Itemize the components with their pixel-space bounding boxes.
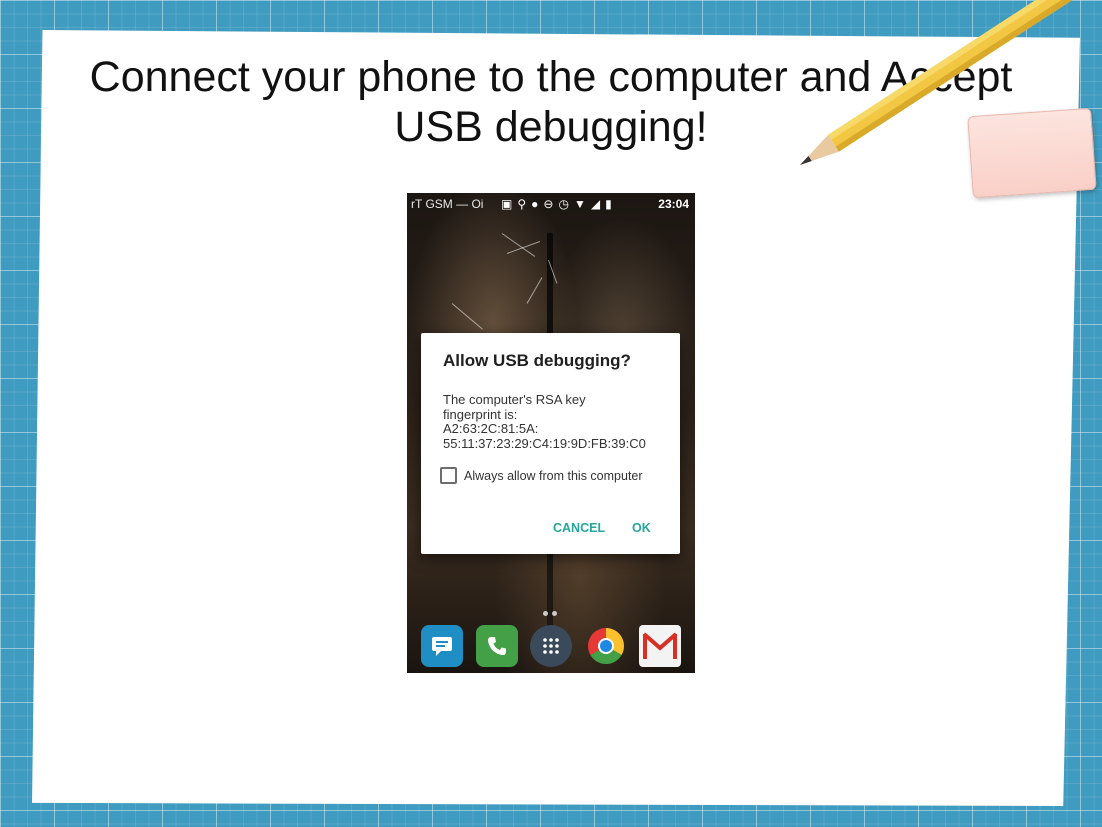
carrier-label: rT GSM — Oi <box>411 197 484 211</box>
app-drawer-icon[interactable] <box>530 625 572 667</box>
do-not-disturb-icon: ⊖ <box>543 197 554 211</box>
usb-debugging-dialog: Allow USB debugging? The computer's RSA … <box>421 333 680 554</box>
dialog-message: The computer's RSA key fingerprint is: A… <box>443 392 673 451</box>
spark-line <box>506 241 541 254</box>
messages-icon[interactable] <box>421 625 463 667</box>
always-allow-checkbox[interactable] <box>440 467 457 484</box>
spark-line <box>451 303 483 330</box>
android-icon: ● <box>531 197 539 211</box>
page-dot <box>552 611 557 616</box>
phone-icon[interactable] <box>475 625 518 667</box>
always-allow-row[interactable]: Always allow from this computer <box>440 467 643 484</box>
battery-icon: ▮ <box>605 197 612 211</box>
dialog-message-line: The computer's RSA key <box>443 392 586 407</box>
phone-screenshot: rT GSM — Oi ▣ ⚲ ● ⊖ ◷ ▼ ◢ ▮ 23:04 Allow … <box>407 193 695 673</box>
always-allow-label[interactable]: Always allow from this computer <box>464 469 643 483</box>
signal-icon: ◢ <box>590 197 601 211</box>
page-indicator <box>543 611 557 616</box>
spark-line <box>526 277 543 304</box>
gmail-icon[interactable] <box>639 625 681 667</box>
page-dot <box>543 611 548 616</box>
status-icons: ▣ ⚲ ● ⊖ ◷ ▼ ◢ ▮ <box>501 197 612 211</box>
wifi-icon: ▼ <box>573 197 586 211</box>
status-bar: rT GSM — Oi ▣ ⚲ ● ⊖ ◷ ▼ ◢ ▮ 23:04 <box>407 193 695 215</box>
ok-button[interactable]: OK <box>632 521 651 535</box>
cancel-button[interactable]: CANCEL <box>553 521 605 535</box>
rsa-fingerprint-line: 55:11:37:23:29:C4:19:9D:FB:39:C0 <box>443 435 646 451</box>
clock: 23:04 <box>658 197 689 211</box>
chrome-icon[interactable] <box>585 625 627 667</box>
rsa-fingerprint-line: A2:63:2C:81:5A: <box>443 421 539 436</box>
dialog-title: Allow USB debugging? <box>443 351 631 370</box>
sticky-note <box>967 107 1097 199</box>
search-icon: ⚲ <box>517 197 527 211</box>
alarm-icon: ◷ <box>558 197 569 211</box>
app-dock <box>421 623 681 669</box>
chat-icon: ▣ <box>501 197 513 211</box>
dialog-message-line: fingerprint is: <box>443 406 518 422</box>
